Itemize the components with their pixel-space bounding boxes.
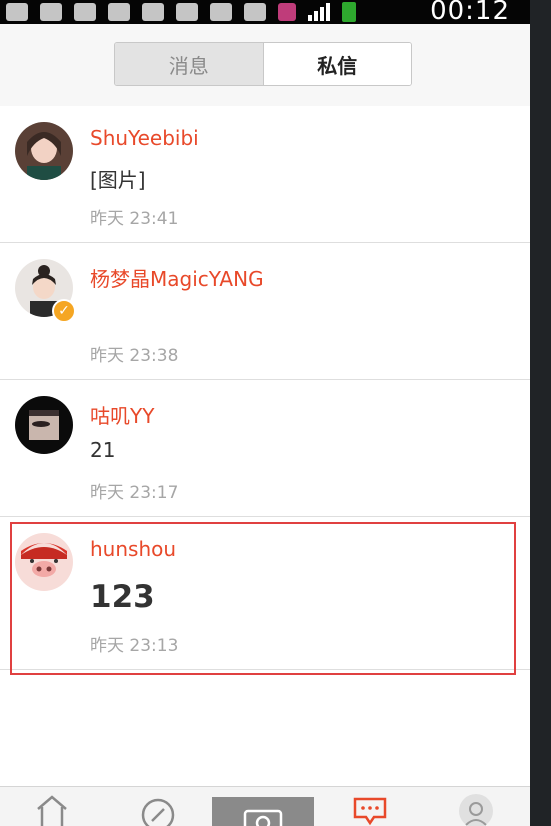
segmented-control: 消息 私信 [114,42,412,86]
list-empty-area [0,670,530,786]
sender-name: 咕叽YY [90,404,155,428]
message-time: 昨天 23:38 [90,346,179,366]
sender-name: 杨梦晶MagicYANG [90,267,264,291]
status-bar: 00:12 [0,0,530,26]
side-bezel [530,0,551,826]
conversation-row[interactable]: ✓ 杨梦晶MagicYANG 昨天 23:38 [0,243,530,380]
bluetooth-icon [244,3,266,21]
nav-home[interactable] [12,787,92,826]
status-icons [6,0,356,24]
usb-icon [40,3,62,21]
app-icon [74,3,96,21]
phone-screen: 00:12 消息 私信 ShuYeebibi [图片] 昨天 23:41 ✓ 杨… [0,0,530,826]
sender-name: ShuYeebibi [90,126,199,150]
profile-icon [459,794,493,826]
message-preview: 123 [90,579,155,615]
home-icon [37,795,67,826]
tab-messages[interactable]: 消息 [115,43,264,85]
nfc-icon [176,3,198,21]
nav-profile[interactable] [436,787,516,826]
conversation-row[interactable]: hunshou 123 昨天 23:13 [0,517,530,670]
conversation-row[interactable]: ShuYeebibi [图片] 昨天 23:41 [0,106,530,243]
avatar[interactable] [15,396,73,454]
notification-icon [6,3,28,21]
conversation-row[interactable]: 咕叽YY 21 昨天 23:17 [0,380,530,517]
alarm-icon [210,3,232,21]
battery-icon [342,2,356,22]
verified-badge-icon: ✓ [52,299,76,323]
message-icon [353,797,387,826]
nav-discover[interactable] [118,787,198,826]
app-icon [278,3,296,21]
camera-icon [243,809,283,826]
tab-private-messages[interactable]: 私信 [263,43,411,85]
message-time: 昨天 23:41 [90,209,179,229]
nav-messages[interactable] [330,787,410,826]
message-time: 昨天 23:17 [90,483,179,503]
avatar[interactable] [15,122,73,180]
sender-name: hunshou [90,537,177,561]
avatar[interactable] [15,533,73,591]
message-preview: [图片] [90,168,146,192]
message-preview: 21 [90,438,116,462]
status-time: 00:12 [430,0,510,26]
compass-icon [141,798,175,826]
app-icon [108,3,130,21]
message-time: 昨天 23:13 [90,636,179,656]
signal-icon [308,3,330,21]
nav-camera[interactable] [212,797,314,826]
conversation-list: ShuYeebibi [图片] 昨天 23:41 ✓ 杨梦晶MagicYANG … [0,106,530,670]
bottom-nav [0,786,530,826]
mute-icon [142,3,164,21]
tabs-bar: 消息 私信 [0,24,530,107]
